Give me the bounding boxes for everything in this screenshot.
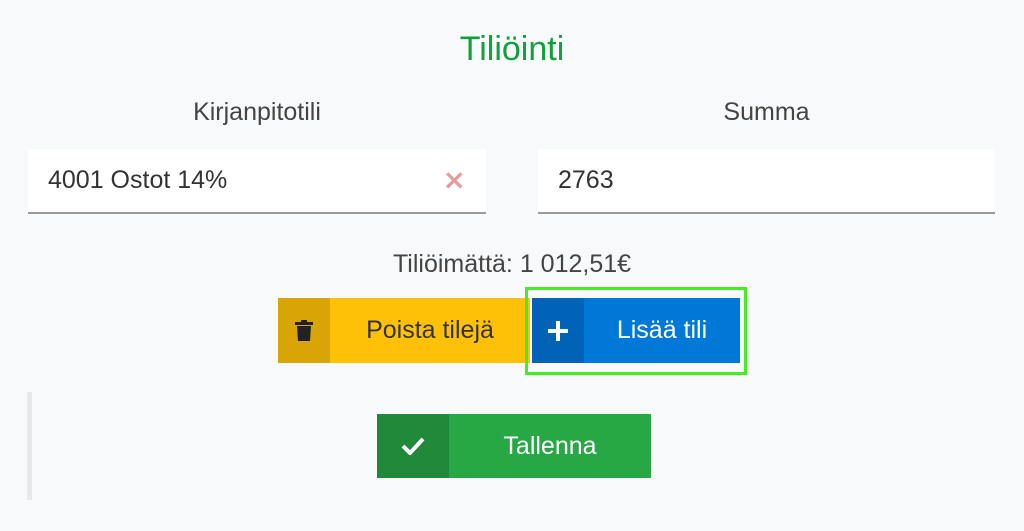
save-button[interactable]: Tallenna <box>377 414 651 478</box>
check-icon <box>377 414 449 478</box>
page-title: Tiliöinti <box>459 30 565 68</box>
add-account-button[interactable]: Lisää tili <box>532 298 740 363</box>
close-icon[interactable]: × <box>443 165 466 195</box>
account-value: 4001 Ostot 14% <box>48 166 228 194</box>
amount-value: 2763 <box>558 166 614 194</box>
add-account-label: Lisää tili <box>616 316 708 344</box>
unallocated-amount: Tiliöimättä: 1 012,51€ <box>392 250 632 278</box>
trash-icon <box>278 298 330 363</box>
divider <box>27 392 32 500</box>
amount-input[interactable]: 2763 <box>538 149 995 214</box>
plus-icon <box>532 298 584 363</box>
account-label: Kirjanpitotili <box>193 98 321 126</box>
account-select[interactable]: 4001 Ostot 14% × <box>28 149 486 214</box>
amount-label: Summa <box>723 98 810 126</box>
delete-accounts-button[interactable]: Poista tilejä <box>278 298 530 363</box>
delete-accounts-label: Poista tilejä <box>366 316 494 344</box>
save-label: Tallenna <box>503 431 597 460</box>
